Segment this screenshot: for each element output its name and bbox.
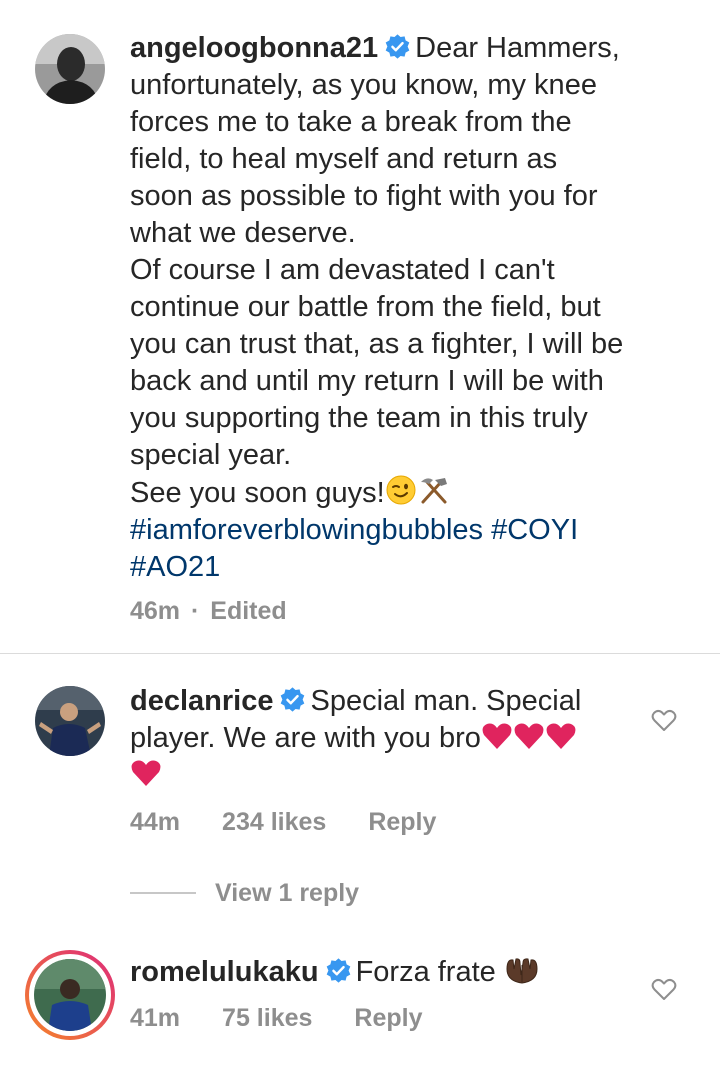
view-replies-button[interactable]: View 1 reply xyxy=(215,879,359,908)
comment-time: 46m xyxy=(130,597,181,625)
comment-angeloogbonna21: angeloogbonna21 Dear Hammers, unfortunate… xyxy=(0,0,720,650)
comment-text-line: player. We are with you bro xyxy=(130,722,481,754)
avatar-photo-icon xyxy=(35,34,105,104)
avatar[interactable] xyxy=(35,686,105,756)
username[interactable]: romelulukaku xyxy=(130,956,319,988)
edited-label: Edited xyxy=(210,597,287,625)
comment-time: 44m xyxy=(130,808,181,836)
comment-text-first-line: Forza frate xyxy=(355,956,496,988)
comment-text-line: special year. xyxy=(130,439,292,471)
verified-badge-icon xyxy=(281,687,305,712)
avatar xyxy=(34,959,106,1031)
avatar-photo-icon xyxy=(34,959,106,1031)
comment-text-line: See you soon guys! xyxy=(130,477,385,509)
comment-text-first-line: Special man. Special xyxy=(310,685,582,717)
comment-text-line: continue our battle from the field, but xyxy=(130,291,601,323)
winking-face-emoji-icon xyxy=(386,475,416,505)
hashtag-link[interactable]: #AO21 xyxy=(130,551,220,583)
heart-outline-icon[interactable] xyxy=(651,977,677,1001)
comment-text: angeloogbonna21 Dear Hammers, unfortunate… xyxy=(130,30,623,586)
username[interactable]: declanrice xyxy=(130,685,273,717)
comment-meta: 46m · Edited xyxy=(130,597,287,626)
replies-line xyxy=(130,892,196,894)
avatar[interactable] xyxy=(35,34,105,104)
red-heart-emoji-icon xyxy=(514,723,544,749)
username[interactable]: angeloogbonna21 xyxy=(130,32,378,64)
comment-text-line: you supporting the team in this truly xyxy=(130,402,588,434)
red-heart-emoji-icon xyxy=(131,760,161,786)
comment-time: 41m xyxy=(130,1004,181,1032)
comment-text-line: soon as possible to fight with you for xyxy=(130,180,598,212)
comment-text: declanrice Special man. Special player. W… xyxy=(130,683,630,794)
hammer-pick-emoji-icon xyxy=(420,478,447,504)
likes-count[interactable]: 75 likes xyxy=(222,1004,312,1033)
comment-text-line: what we deserve. xyxy=(130,217,356,249)
comment-meta: 44m 234 likes Reply xyxy=(130,808,436,837)
story-avatar[interactable] xyxy=(25,950,115,1040)
reply-button[interactable]: Reply xyxy=(354,1004,422,1033)
likes-count[interactable]: 234 likes xyxy=(222,808,326,837)
comment-text-line: forces me to take a break from the xyxy=(130,106,572,138)
comment-text-line: Of course I am devastated I can't xyxy=(130,254,555,286)
red-heart-emoji-icon xyxy=(482,723,512,749)
avatar-photo-icon xyxy=(35,686,105,756)
red-heart-emoji-icon xyxy=(546,723,576,749)
heart-outline-icon[interactable] xyxy=(651,708,677,732)
verified-badge-icon xyxy=(385,34,410,59)
comment-declanrice: declanrice Special man. Special player. W… xyxy=(0,654,720,854)
meta-separator: · xyxy=(191,597,200,625)
palms-up-together-emoji-icon xyxy=(506,958,538,984)
comment-text-line: field, to heal myself and return as xyxy=(130,143,558,175)
comment-text-line: back and until my return I will be with xyxy=(130,365,604,397)
hashtags-link[interactable]: #iamforeverblowingbubbles #COYI xyxy=(130,514,578,546)
comment-text-first-line: Dear Hammers, xyxy=(415,32,620,64)
comment-text-line: you can trust that, as a fighter, I will… xyxy=(130,328,624,360)
verified-badge-icon xyxy=(326,958,350,983)
comment-text-line: unfortunately, as you know, my knee xyxy=(130,69,597,101)
reply-button[interactable]: Reply xyxy=(368,808,436,837)
comment-meta: 41m 75 likes Reply xyxy=(130,1004,423,1033)
comment-romelulukaku: romelulukaku Forza frate 41m 75 likes Reply xyxy=(0,940,720,1068)
comment-text: romelulukaku Forza frate xyxy=(130,954,630,991)
